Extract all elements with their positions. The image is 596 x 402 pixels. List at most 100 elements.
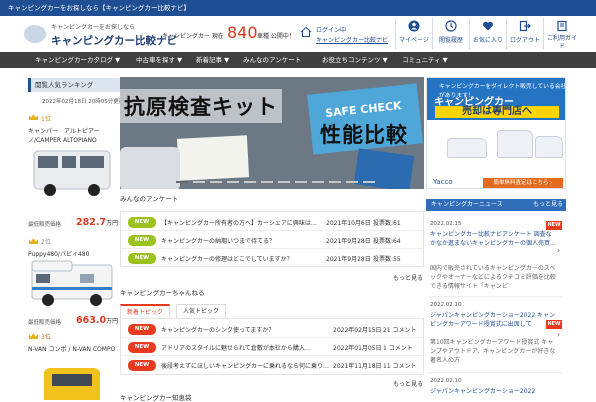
site-logo-icon[interactable] <box>24 25 46 43</box>
topic-row[interactable]: NEW 後段考えずにほしいキャンピングカーに乗れるなら何に乗り… 2021年11… <box>121 357 423 374</box>
logout-label: ログアウト <box>509 37 540 44</box>
survey-question[interactable]: キャンピングカーの納期いつまで待てる？ <box>161 236 329 245</box>
guide-label: ご利用ガイド <box>547 35 578 50</box>
nav-catalog[interactable]: キャンピングカーカタログ ▼ <box>35 52 120 68</box>
news-heading: キャンピングカーニュース もっと見る <box>426 199 566 211</box>
news-divider <box>428 372 563 373</box>
news-divider <box>428 296 563 297</box>
login-status: ログイン中 <box>316 27 347 34</box>
topic-title[interactable]: アドリアのスタイルに魅せられて倉敷が本社から購入… <box>161 343 329 352</box>
nav-new-articles[interactable]: 新着記事 ▼ <box>196 52 229 68</box>
nav-used-cars[interactable]: 中古車を探す ▼ <box>136 52 182 68</box>
min-price-label-1: 最低販売価格 <box>28 222 62 228</box>
carousel-dot[interactable] <box>295 181 307 183</box>
mypage-label: マイページ <box>399 37 429 44</box>
carousel-dot[interactable] <box>329 181 341 183</box>
hero-subtitle: 性能比較 <box>320 123 408 147</box>
new-badge: NEW <box>128 253 156 264</box>
survey-question[interactable]: 【キャンピングカー所有者の方へ】カーシェアに興味は… <box>161 218 329 227</box>
ranking-item-name-3[interactable]: N-VAN コンポ / N-VAN COMPO <box>28 345 120 354</box>
user-icon <box>408 20 420 32</box>
guide-button[interactable]: ご利用ガイド <box>547 18 578 50</box>
main-nav: キャンピングカーカタログ ▼ 中古車を探す ▼ 新着記事 ▼ みんなのアンケート… <box>0 52 596 68</box>
hero-carousel-slide[interactable]: SAFE CHECK 抗原検査キット 性能比較 <box>120 77 424 189</box>
ad-banner[interactable]: キャンピングカーをダイレクト販売している会社があります！ キャンピングカー 売却… <box>426 77 566 189</box>
min-price-label-2: 最低販売価格 <box>28 320 62 326</box>
mypage-button[interactable]: マイページ <box>396 18 432 49</box>
rank-label-1: 1位 <box>41 116 51 123</box>
vehicle-image-3[interactable] <box>34 366 114 400</box>
vehicle-image-1[interactable] <box>30 147 118 199</box>
carousel-dot[interactable] <box>244 181 256 183</box>
survey-question[interactable]: キャンピングカーの修理はどこでしていますか？ <box>161 254 329 263</box>
crown-icon <box>29 114 38 120</box>
survey-votes: 投票数:64 <box>373 238 401 245</box>
site-name[interactable]: キャンピングカー比較ナビ <box>51 33 177 48</box>
survey-row[interactable]: NEW キャンピングカーの納期いつまで待てる？ 2021年9月28日 投票数:6… <box>121 232 423 249</box>
survey-date: 2021年9月28日 <box>326 238 371 245</box>
topic-comments: 21 コメント <box>383 327 417 334</box>
tab-popular-topics[interactable]: 人気トピック <box>176 304 227 318</box>
survey-more-link[interactable]: もっと見る <box>393 273 423 282</box>
topic-row[interactable]: NEW アドリアのスタイルに魅せられて倉敷が本社から購入… 2022年01月05… <box>121 339 423 356</box>
carousel-dot[interactable] <box>312 181 324 183</box>
topic-date: 2022年01月05日 <box>333 345 382 352</box>
topic-date: 2022年02月15日 <box>333 327 382 334</box>
carousel-dot[interactable] <box>261 181 273 183</box>
topic-comments: 11 コメント <box>383 363 417 370</box>
topic-title[interactable]: 後段考えずにほしいキャンピングカーに乗れるなら何に乗り… <box>161 361 329 370</box>
survey-heading: みんなのアンケート <box>120 195 179 203</box>
news-date: 2022.02.15 <box>430 221 462 227</box>
topic-title[interactable]: キャンピングカーのシンク使ってますか？ <box>161 325 329 334</box>
topic-row[interactable]: NEW キャンピングカーのシンク使ってますか？ 2022年02月15日 21 コ… <box>121 321 423 338</box>
hero-title: 抗原検査キット <box>120 89 282 123</box>
rank-label-3: 3位 <box>41 334 51 341</box>
nav-useful-contents[interactable]: お役立ちコンテンツ ▼ <box>322 52 388 68</box>
channel-more-link[interactable]: もっと見る <box>393 379 423 388</box>
history-button[interactable]: 閲覧履歴 <box>433 18 469 49</box>
new-badge: NEW <box>128 235 156 246</box>
header-divider <box>543 18 544 49</box>
favorites-button[interactable]: お気に入り <box>470 18 506 49</box>
new-badge: NEW <box>128 342 156 353</box>
nav-survey[interactable]: みんなのアンケート <box>243 52 301 68</box>
carousel-dot[interactable] <box>346 181 358 183</box>
listing-count-suffix: 車種 公開中！ <box>257 33 295 40</box>
survey-row[interactable]: NEW キャンピングカーの修理はどこでしていますか？ 2021年9月28日 投票… <box>121 250 423 267</box>
carousel-dot[interactable] <box>176 181 188 183</box>
carousel-dot[interactable] <box>227 181 239 183</box>
crown-icon <box>29 333 38 339</box>
survey-date: 2021年9月28日 <box>326 256 371 263</box>
vehicle-image-2[interactable] <box>30 259 118 309</box>
carousel-dot[interactable] <box>193 181 205 183</box>
nav-community[interactable]: コミュニティ ▼ <box>402 52 448 68</box>
news-more-link[interactable]: もっと見る <box>533 199 563 211</box>
chevron-right-icon[interactable]: › <box>557 330 560 339</box>
carousel-dot[interactable] <box>363 181 375 183</box>
price-2: 663.0万円 <box>76 315 119 326</box>
news-excerpt: 第10回キャンピングカーアワード授賞式 キャンプやアウトドア、キャンピングカーが… <box>430 339 556 364</box>
survey-row[interactable]: NEW 【キャンピングカー所有者の方へ】カーシェアに興味は… 2021年10月6… <box>121 214 423 231</box>
ad-logo: Yacco <box>433 178 453 186</box>
survey-list: NEW 【キャンピングカー所有者の方へ】カーシェアに興味は… 2021年10月6… <box>120 211 424 267</box>
home-icon[interactable] <box>300 26 312 38</box>
news-headline[interactable]: キャンピングカー比較ナビアンケート 調査なかなか進まないキャンピングカーの個人売… <box>430 230 557 248</box>
tab-new-topics[interactable]: 新着トピック <box>120 304 171 318</box>
crown-icon <box>29 238 38 244</box>
chevron-right-icon[interactable]: › <box>557 246 560 255</box>
news-excerpt: 国内で販売されているキャンピングカーのスペックやオーナーなどによるクチコミ評価を… <box>430 265 556 290</box>
ad-cta-button[interactable]: 簡単無料査定はこちら › <box>483 178 563 188</box>
new-badge: NEW <box>128 360 156 371</box>
ad-header: キャンピングカーをダイレクト販売している会社があります！ キャンピングカー 売却… <box>427 78 565 120</box>
history-label: 閲覧履歴 <box>438 37 463 44</box>
carousel-dot[interactable] <box>210 181 222 183</box>
new-badge: NEW <box>128 217 156 228</box>
ranking-item-name-2[interactable]: Puppy480/パピィ480 <box>28 249 89 258</box>
login-account-link[interactable]: キャンピングカー比較ナビ <box>316 35 388 44</box>
ranking-item-name-1[interactable]: キャンパー アルトピアーノ/CAMPER ALTOPIANO <box>28 127 120 145</box>
channel-list: NEW キャンピングカーのシンク使ってますか？ 2022年02月15日 21 コ… <box>120 318 424 375</box>
carousel-dot[interactable] <box>278 181 290 183</box>
logout-button[interactable]: ログアウト <box>507 18 543 49</box>
news-headline[interactable]: ジャパンキャンピングカーショー2022 キャンピングカーアワード授賞式に出席して <box>430 311 557 329</box>
news-headline[interactable]: ジャパンキャンピングカーショー2022 <box>430 387 557 396</box>
